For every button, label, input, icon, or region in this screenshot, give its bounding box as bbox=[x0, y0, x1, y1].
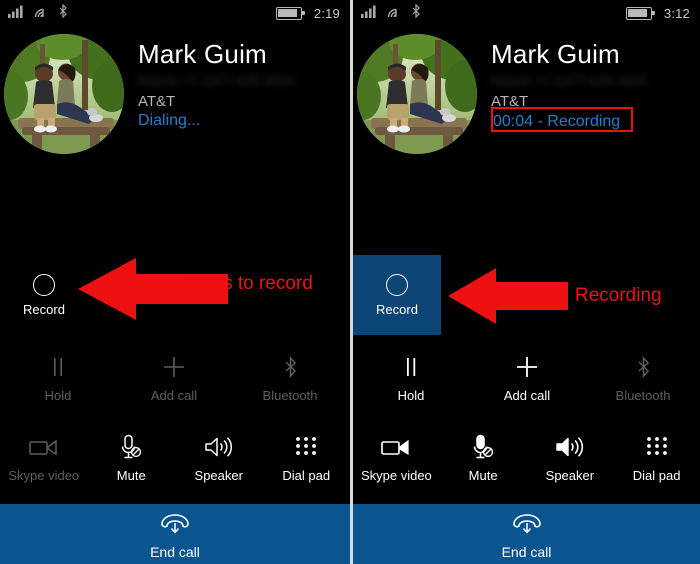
bluetooth-icon bbox=[283, 354, 298, 380]
speaker-button-label: Speaker bbox=[194, 468, 243, 483]
contact-phone-number: Mobile +1 (347) 635-4846 bbox=[491, 72, 648, 88]
bluetooth-button-label: Bluetooth bbox=[615, 388, 671, 403]
mute-microphone-icon bbox=[472, 434, 494, 460]
hold-button[interactable]: Hold bbox=[353, 348, 469, 420]
add-call-button[interactable]: Add call bbox=[116, 348, 232, 420]
add-call-button-label: Add call bbox=[503, 388, 551, 403]
skype-video-camera-icon bbox=[381, 434, 411, 460]
comparison-screenshot: 2:19 Mark Guim Mobile +1 (347) 635-4846 … bbox=[0, 0, 700, 564]
recording-annotation-text: Recording bbox=[575, 285, 662, 306]
mute-button-label: Mute bbox=[468, 468, 498, 483]
hold-button-label: Hold bbox=[397, 388, 425, 403]
left-arrow-annotation bbox=[448, 268, 568, 324]
contact-phone-number: Mobile +1 (347) 635-4846 bbox=[138, 72, 295, 88]
hold-pause-icon bbox=[50, 354, 66, 380]
secondary-controls-row: Hold Add call Bluetooth bbox=[353, 348, 700, 420]
bluetooth-icon bbox=[636, 354, 651, 380]
hold-pause-icon bbox=[403, 354, 419, 380]
dial-pad-button-label: Dial pad bbox=[632, 468, 681, 483]
bluetooth-button[interactable]: Bluetooth bbox=[232, 348, 348, 420]
left-arrow-annotation bbox=[78, 258, 228, 320]
record-button-label: Record bbox=[376, 302, 418, 317]
battery-icon bbox=[625, 6, 655, 20]
bluetooth-button[interactable]: Bluetooth bbox=[585, 348, 700, 420]
add-call-plus-icon bbox=[162, 354, 186, 380]
record-circle-icon bbox=[33, 274, 55, 296]
contact-details: Mark Guim Mobile +1 (347) 635-4846 AT&T … bbox=[124, 30, 294, 130]
skype-video-button-label: Skype video bbox=[360, 468, 432, 483]
skype-video-button[interactable]: Skype video bbox=[353, 428, 440, 500]
end-call-button[interactable]: End call bbox=[353, 504, 700, 564]
end-call-button-label: End call bbox=[501, 543, 552, 560]
primary-controls-row: Skype video Mute Speaker Dial pad bbox=[0, 428, 350, 500]
carrier-label: AT&T bbox=[491, 92, 529, 110]
carrier-label: AT&T bbox=[138, 92, 176, 110]
cellular-signal-icon bbox=[361, 5, 378, 23]
dial-pad-button[interactable]: Dial pad bbox=[263, 428, 351, 500]
contact-details: Mark Guim Mobile +1 (347) 635-4846 AT&T … bbox=[477, 30, 647, 133]
bluetooth-icon bbox=[411, 3, 421, 23]
end-call-button-label: End call bbox=[150, 543, 200, 560]
record-button-label: Record bbox=[23, 302, 65, 317]
hold-button-label: Hold bbox=[44, 388, 72, 403]
recording-timer-text: 00:04 - Recording bbox=[493, 112, 621, 130]
speaker-volume-icon bbox=[555, 434, 585, 460]
mute-microphone-icon bbox=[120, 434, 142, 460]
status-bar: 3:12 bbox=[353, 0, 700, 26]
contact-avatar-photo bbox=[4, 34, 124, 154]
phone-screen-dialing: 2:19 Mark Guim Mobile +1 (347) 635-4846 … bbox=[0, 0, 350, 564]
add-call-button[interactable]: Add call bbox=[469, 348, 585, 420]
add-call-plus-icon bbox=[515, 354, 539, 380]
record-button[interactable]: Record bbox=[353, 255, 441, 335]
end-call-button[interactable]: End call bbox=[0, 504, 350, 564]
speaker-button[interactable]: Speaker bbox=[175, 428, 263, 500]
record-circle-icon bbox=[386, 274, 408, 296]
record-button[interactable]: Record bbox=[0, 255, 88, 335]
status-bar: 2:19 bbox=[0, 0, 350, 26]
speaker-volume-icon bbox=[204, 434, 234, 460]
status-bar-clock: 3:12 bbox=[663, 5, 690, 21]
secondary-controls-row: Hold Add call Bluetooth bbox=[0, 348, 350, 420]
dial-pad-grid-icon bbox=[295, 434, 317, 460]
hold-button[interactable]: Hold bbox=[0, 348, 116, 420]
end-call-handset-icon bbox=[510, 510, 544, 539]
cellular-signal-icon bbox=[8, 5, 25, 23]
contact-avatar-photo bbox=[357, 34, 477, 154]
add-call-button-label: Add call bbox=[150, 388, 198, 403]
phone-screen-recording: 3:12 Mark Guim Mobile +1 (347) 635-4846 … bbox=[350, 0, 700, 564]
skype-video-button-label: Skype video bbox=[8, 468, 80, 483]
press-to-record-annotation-text: Press to record bbox=[184, 273, 313, 294]
bluetooth-button-label: Bluetooth bbox=[262, 388, 318, 403]
status-bar-clock: 2:19 bbox=[313, 5, 340, 21]
bluetooth-icon bbox=[58, 3, 68, 23]
skype-video-button[interactable]: Skype video bbox=[0, 428, 88, 500]
dial-pad-button[interactable]: Dial pad bbox=[613, 428, 700, 500]
wifi-icon bbox=[33, 5, 50, 23]
mute-button[interactable]: Mute bbox=[440, 428, 527, 500]
primary-controls-row: Skype video Mute Speaker Dial pad bbox=[353, 428, 700, 500]
contact-name: Mark Guim bbox=[138, 39, 267, 69]
speaker-button[interactable]: Speaker bbox=[527, 428, 614, 500]
dial-pad-button-label: Dial pad bbox=[282, 468, 331, 483]
speaker-button-label: Speaker bbox=[545, 468, 595, 483]
wifi-icon bbox=[386, 5, 403, 23]
call-status-text: Dialing... bbox=[138, 111, 201, 129]
call-header: Mark Guim Mobile +1 (347) 635-4846 AT&T … bbox=[0, 30, 350, 160]
mute-button[interactable]: Mute bbox=[88, 428, 176, 500]
mute-button-label: Mute bbox=[116, 468, 146, 483]
dial-pad-grid-icon bbox=[646, 434, 668, 460]
call-header: Mark Guim Mobile +1 (347) 635-4846 AT&T … bbox=[353, 30, 700, 160]
contact-name: Mark Guim bbox=[491, 39, 620, 69]
battery-icon bbox=[275, 6, 305, 20]
skype-video-camera-icon bbox=[29, 434, 59, 460]
end-call-handset-icon bbox=[158, 510, 192, 539]
